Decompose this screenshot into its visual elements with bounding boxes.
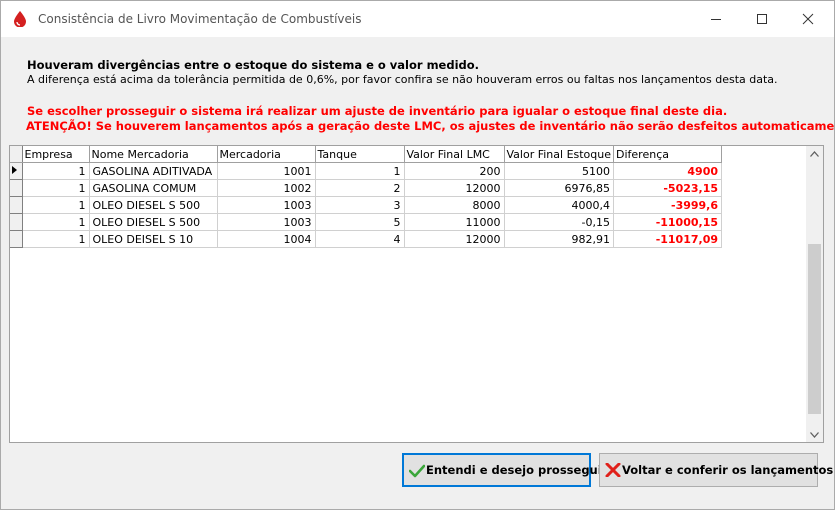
cell-mercadoria[interactable]: 1002	[217, 179, 316, 197]
cell-nome-mercadoria[interactable]: GASOLINA COMUM	[89, 179, 218, 197]
cell-mercadoria[interactable]: 1004	[217, 230, 316, 248]
row-indicator	[10, 230, 23, 248]
row-indicator-header	[10, 146, 23, 163]
column-header-empresa[interactable]: Empresa	[22, 146, 90, 163]
cell-valor-final-estoque[interactable]: -0,15	[504, 213, 615, 231]
proceed-button-label: Entendi e desejo prosseguir	[426, 463, 608, 477]
column-header-valor-final-lmc[interactable]: Valor Final LMC	[404, 146, 505, 163]
grid-header-row: Empresa Nome Mercadoria Mercadoria Tanqu…	[10, 146, 723, 163]
cell-diferenca[interactable]: -11000,15	[613, 213, 723, 231]
cell-tanque[interactable]: 1	[315, 162, 405, 180]
row-indicator	[10, 179, 23, 197]
adjustment-warning: Se escolher prosseguir o sistema irá rea…	[27, 104, 728, 118]
cell-valor-final-lmc[interactable]: 200	[404, 162, 505, 180]
cell-tanque[interactable]: 3	[315, 196, 405, 214]
divergence-table: Empresa Nome Mercadoria Mercadoria Tanqu…	[10, 146, 723, 248]
proceed-button[interactable]: Entendi e desejo prosseguir	[402, 453, 607, 487]
cell-valor-final-estoque[interactable]: 5100	[504, 162, 615, 180]
check-icon	[409, 464, 425, 478]
cell-mercadoria[interactable]: 1003	[217, 196, 316, 214]
column-header-valor-final-estoque[interactable]: Valor Final Estoque	[504, 146, 615, 163]
cell-valor-final-lmc[interactable]: 8000	[404, 196, 505, 214]
cell-empresa[interactable]: 1	[22, 179, 90, 197]
cell-nome-mercadoria[interactable]: OLEO DIESEL S 500	[89, 196, 218, 214]
row-indicator	[10, 213, 23, 231]
cell-diferenca[interactable]: -3999,6	[613, 196, 723, 214]
column-header-nome-mercadoria[interactable]: Nome Mercadoria	[89, 146, 218, 163]
cell-nome-mercadoria[interactable]: GASOLINA ADITIVADA	[89, 162, 218, 180]
current-row-indicator-icon	[10, 162, 23, 180]
title-bar[interactable]: Consistência de Livro Movimentação de Co…	[1, 1, 834, 37]
cell-diferenca[interactable]: -11017,09	[613, 230, 723, 248]
cell-tanque[interactable]: 5	[315, 213, 405, 231]
window-title: Consistência de Livro Movimentação de Co…	[38, 12, 362, 26]
table-row[interactable]: 1 OLEO DEISEL S 10 1004 4 12000 982,91 -…	[10, 230, 723, 248]
table-row[interactable]: 1 GASOLINA ADITIVADA 1001 1 200 5100 490…	[10, 162, 723, 180]
cell-empresa[interactable]: 1	[22, 162, 90, 180]
column-header-tanque[interactable]: Tanque	[315, 146, 405, 163]
cell-nome-mercadoria[interactable]: OLEO DEISEL S 10	[89, 230, 218, 248]
row-indicator	[10, 196, 23, 214]
minimize-button[interactable]	[693, 1, 739, 37]
tolerance-detail: A diferença está acima da tolerância per…	[27, 73, 778, 86]
attention-warning: ATENÇÃO! Se houverem lançamentos após a …	[26, 119, 835, 133]
dialog-window: Consistência de Livro Movimentação de Co…	[0, 0, 835, 510]
fuel-drop-icon	[14, 11, 26, 27]
maximize-icon	[757, 14, 767, 24]
cell-mercadoria[interactable]: 1003	[217, 213, 316, 231]
cell-diferenca[interactable]: -5023,15	[613, 179, 723, 197]
back-button-label: Voltar e conferir os lançamentos	[622, 463, 834, 477]
column-header-mercadoria[interactable]: Mercadoria	[217, 146, 316, 163]
cell-nome-mercadoria[interactable]: OLEO DIESEL S 500	[89, 213, 218, 231]
cell-valor-final-estoque[interactable]: 6976,85	[504, 179, 615, 197]
table-row[interactable]: 1 GASOLINA COMUM 1002 2 12000 6976,85 -5…	[10, 179, 723, 197]
vertical-scrollbar[interactable]	[806, 146, 823, 442]
close-button[interactable]	[785, 1, 831, 37]
cell-valor-final-lmc[interactable]: 11000	[404, 213, 505, 231]
divergence-grid[interactable]: Empresa Nome Mercadoria Mercadoria Tanqu…	[9, 145, 824, 443]
cell-valor-final-estoque[interactable]: 982,91	[504, 230, 615, 248]
table-row[interactable]: 1 OLEO DIESEL S 500 1003 3 8000 4000,4 -…	[10, 196, 723, 214]
close-icon	[802, 13, 814, 25]
scroll-up-icon[interactable]	[810, 151, 819, 157]
column-header-diferenca[interactable]: Diferença	[613, 146, 723, 163]
maximize-button[interactable]	[739, 1, 785, 37]
scrollbar-thumb[interactable]	[808, 244, 821, 414]
cell-valor-final-lmc[interactable]: 12000	[404, 230, 505, 248]
scroll-down-icon[interactable]	[810, 432, 819, 438]
cell-empresa[interactable]: 1	[22, 196, 90, 214]
cell-empresa[interactable]: 1	[22, 230, 90, 248]
cell-mercadoria[interactable]: 1001	[217, 162, 316, 180]
cell-tanque[interactable]: 2	[315, 179, 405, 197]
back-button[interactable]: Voltar e conferir os lançamentos	[599, 453, 833, 487]
cell-tanque[interactable]: 4	[315, 230, 405, 248]
cross-icon	[605, 463, 621, 477]
minimize-icon	[711, 19, 721, 20]
cell-empresa[interactable]: 1	[22, 213, 90, 231]
cell-valor-final-lmc[interactable]: 12000	[404, 179, 505, 197]
divergence-heading: Houveram divergências entre o estoque do…	[27, 58, 480, 72]
cell-valor-final-estoque[interactable]: 4000,4	[504, 196, 615, 214]
table-row[interactable]: 1 OLEO DIESEL S 500 1003 5 11000 -0,15 -…	[10, 213, 723, 231]
cell-diferenca[interactable]: 4900	[613, 162, 723, 180]
